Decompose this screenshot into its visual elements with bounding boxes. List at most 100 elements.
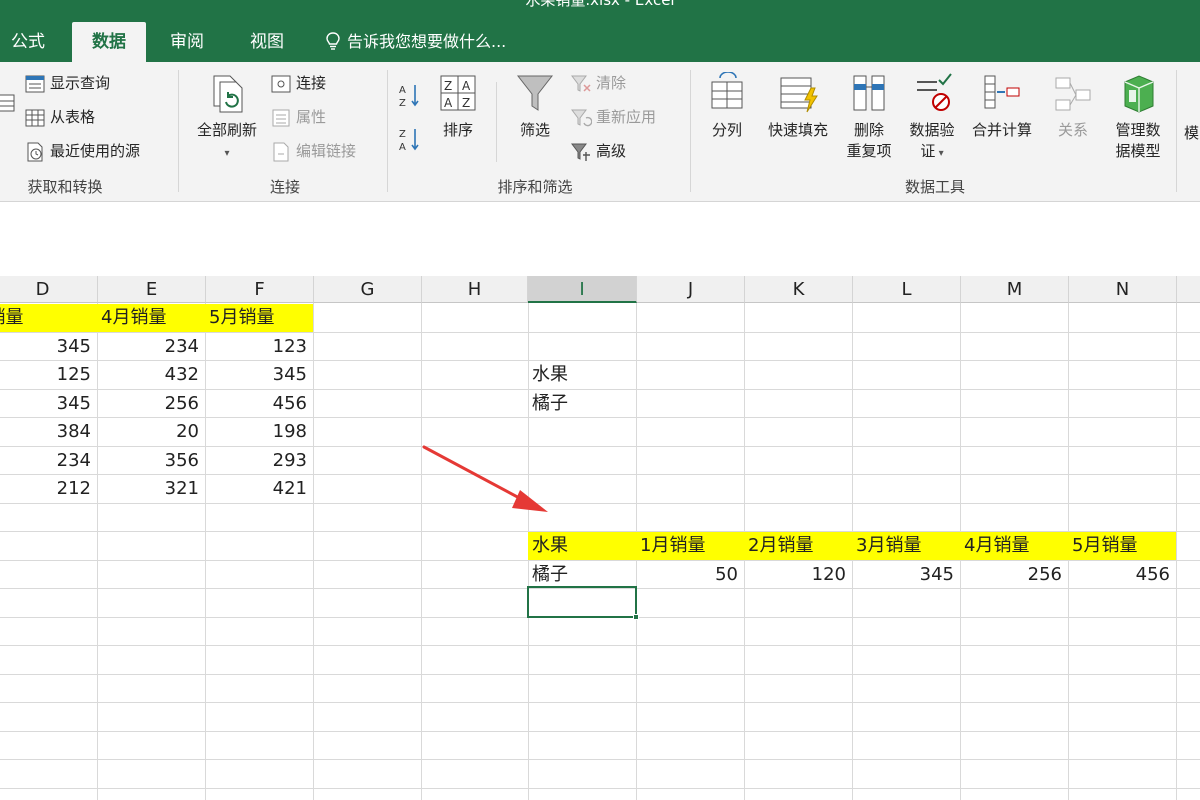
dropdown-arrow-icon: ▾	[224, 148, 230, 159]
tab-review[interactable]: 审阅	[155, 22, 219, 62]
group-separator	[387, 70, 388, 192]
title-bar: 水果销量.xlsx - Excel 公式 数据 审阅 视图 告诉我您想要做什么.…	[0, 0, 1200, 62]
flash-fill-icon	[780, 77, 818, 113]
filter-funnel-icon	[516, 75, 554, 111]
group-label-data-tools: 数据工具	[904, 178, 965, 196]
ribbon-overflow-partial[interactable]: 模	[1184, 122, 1199, 143]
advanced-filter-button[interactable]: 高级	[570, 140, 626, 163]
text-to-columns-label: 分列	[711, 121, 742, 139]
result-header-cell[interactable]: 4月销量	[960, 532, 1068, 560]
ribbon-data: 显示查询 从表格 最近使用的源 获取和转换 全部刷新 ▾ 连接 属性 编辑链接 连…	[0, 62, 1200, 202]
from-table-button[interactable]: 从表格	[24, 106, 95, 129]
result-header-cell[interactable]: 1月销量	[636, 532, 744, 560]
data-validation-icon	[917, 73, 952, 111]
reapply-button[interactable]: 重新应用	[570, 106, 656, 129]
sort-button[interactable]: ZAAZ 排序	[428, 72, 488, 141]
tab-data[interactable]: 数据	[72, 22, 146, 62]
new-query-partial[interactable]	[0, 92, 20, 114]
refresh-all-button[interactable]: 全部刷新 ▾	[188, 72, 266, 164]
svg-text:Z: Z	[399, 129, 406, 140]
manage-data-model-label-1: 管理数	[1115, 121, 1161, 139]
worksheet-grid[interactable]: D E F G H I J K L M N 3月销量 4月销量 5月销量 345…	[0, 258, 1200, 800]
data-model-icon	[1124, 75, 1154, 113]
remove-duplicates-label-2: 重复项	[846, 142, 892, 160]
flash-fill-button[interactable]: 快速填充	[758, 72, 838, 141]
text-to-columns-button[interactable]: 分列	[698, 72, 756, 141]
sort-ascending-button[interactable]: AZ	[398, 82, 422, 108]
recent-sources-button[interactable]: 最近使用的源	[24, 140, 140, 163]
query-list-icon	[25, 75, 45, 92]
properties-icon	[272, 109, 290, 126]
group-label-get-transform: 获取和转换	[27, 178, 103, 196]
advanced-filter-label: 高级	[596, 142, 627, 160]
group-separator	[178, 70, 179, 192]
clear-filter-button[interactable]: 清除	[570, 72, 626, 95]
result-cell[interactable]: 345	[852, 561, 960, 589]
svg-text:Z: Z	[444, 79, 452, 93]
result-cell[interactable]: 橘子	[528, 561, 636, 589]
from-table-icon	[25, 109, 45, 126]
sort-descending-button[interactable]: ZA	[398, 126, 422, 152]
from-table-label: 从表格	[50, 108, 96, 126]
result-cell[interactable]: 256	[960, 561, 1068, 589]
table-icon	[0, 94, 15, 112]
sort-label: 排序	[442, 121, 473, 139]
data-validation-label-2: 证	[920, 142, 936, 160]
result-header-cell[interactable]: 水果	[528, 532, 636, 560]
reapply-icon	[571, 109, 592, 126]
refresh-all-label: 全部刷新	[196, 121, 257, 139]
recent-sources-label: 最近使用的源	[50, 142, 141, 160]
group-label-connections: 连接	[269, 178, 300, 196]
manage-data-model-button[interactable]: 管理数 据模型	[1106, 72, 1170, 162]
relationships-label: 关系	[1057, 121, 1088, 139]
tab-formulas[interactable]: 公式	[0, 22, 56, 62]
filter-label: 筛选	[519, 121, 550, 139]
lightbulb-icon	[326, 32, 340, 50]
tell-me-label: 告诉我您想要做什么...	[347, 32, 507, 51]
data-validation-label-1: 数据验	[909, 121, 955, 139]
result-header-cell[interactable]: 3月销量	[852, 532, 960, 560]
connections-label: 连接	[296, 74, 327, 92]
relationships-button[interactable]: 关系	[1044, 72, 1102, 141]
sort-icon: Z AA Z	[440, 75, 476, 111]
red-arrow-annotation	[422, 445, 548, 512]
text-to-columns-icon	[711, 72, 743, 109]
group-separator	[496, 82, 497, 162]
remove-duplicates-button[interactable]: 删除 重复项	[840, 72, 898, 162]
connections-icon	[271, 75, 291, 92]
properties-button[interactable]: 属性	[270, 106, 326, 129]
consolidate-label: 合并计算	[971, 121, 1032, 139]
flash-fill-label: 快速填充	[767, 121, 828, 139]
result-cell[interactable]: 456	[1068, 561, 1176, 589]
result-cell[interactable]: 50	[636, 561, 744, 589]
manage-data-model-label-2: 据模型	[1115, 142, 1161, 160]
consolidate-button[interactable]: 合并计算	[966, 72, 1038, 141]
relationships-icon	[1055, 77, 1091, 111]
edit-links-button[interactable]: 编辑链接	[270, 140, 356, 163]
data-validation-button[interactable]: 数据验证 ▾	[900, 72, 964, 164]
tab-view[interactable]: 视图	[235, 22, 299, 62]
active-cell-selection[interactable]	[527, 586, 639, 620]
filter-button[interactable]: 筛选	[505, 72, 565, 141]
svg-text:Z: Z	[462, 96, 470, 110]
sort-za-icon: ZA	[399, 129, 419, 152]
svg-text:Z: Z	[399, 98, 406, 108]
show-queries-button[interactable]: 显示查询	[24, 72, 110, 95]
fill-handle[interactable]	[633, 614, 639, 620]
result-cell[interactable]: 120	[744, 561, 852, 589]
connections-button[interactable]: 连接	[270, 72, 326, 95]
window-title: 水果销量.xlsx - Excel	[525, 0, 675, 9]
clear-filter-label: 清除	[596, 74, 627, 92]
dropdown-arrow-icon: ▾	[935, 148, 944, 159]
result-header-cell[interactable]: 2月销量	[744, 532, 852, 560]
tell-me-search[interactable]: 告诉我您想要做什么...	[325, 22, 506, 62]
group-separator	[690, 70, 691, 192]
recent-sources-icon	[27, 142, 43, 161]
svg-text:A: A	[399, 142, 406, 152]
group-separator	[1176, 70, 1177, 192]
edit-links-icon	[273, 142, 289, 161]
svg-text:A: A	[462, 79, 471, 93]
result-header-cell[interactable]: 5月销量	[1068, 532, 1176, 560]
edit-links-label: 编辑链接	[296, 142, 357, 160]
reapply-label: 重新应用	[596, 108, 657, 126]
